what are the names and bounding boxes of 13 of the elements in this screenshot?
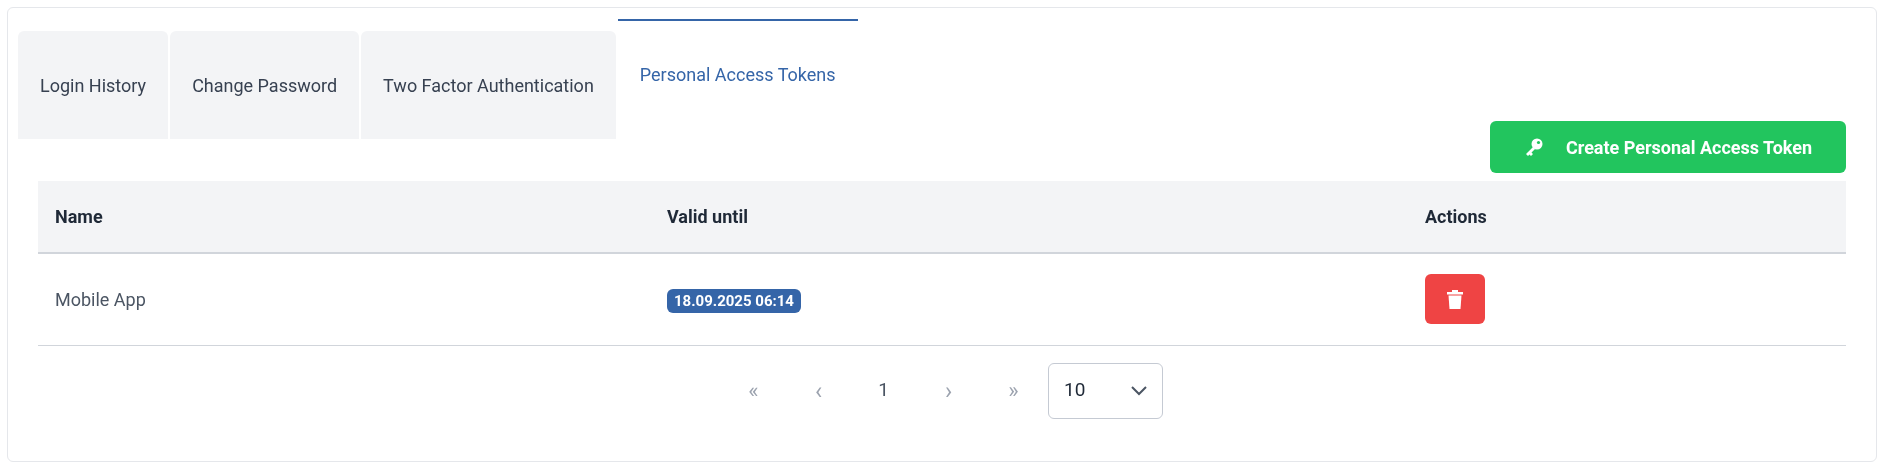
- tab[interactable]: Login History: [18, 31, 169, 139]
- date-badge: 18.09.2025 06:14: [667, 288, 801, 313]
- column-header: Actions: [1408, 181, 1846, 253]
- page-button[interactable]: 1: [851, 362, 916, 419]
- page-size-select[interactable]: 10: [1048, 362, 1163, 419]
- chevron-down-icon: [1131, 385, 1147, 396]
- delete-button[interactable]: [1425, 274, 1485, 325]
- tab[interactable]: Change Password: [170, 31, 360, 139]
- table-cell: Mobile App: [38, 253, 650, 345]
- tab[interactable]: Two Factor Authentication: [361, 31, 616, 139]
- column-header: Valid until: [650, 181, 1408, 253]
- column-header: Name: [38, 181, 650, 253]
- trash-icon: [1447, 289, 1463, 309]
